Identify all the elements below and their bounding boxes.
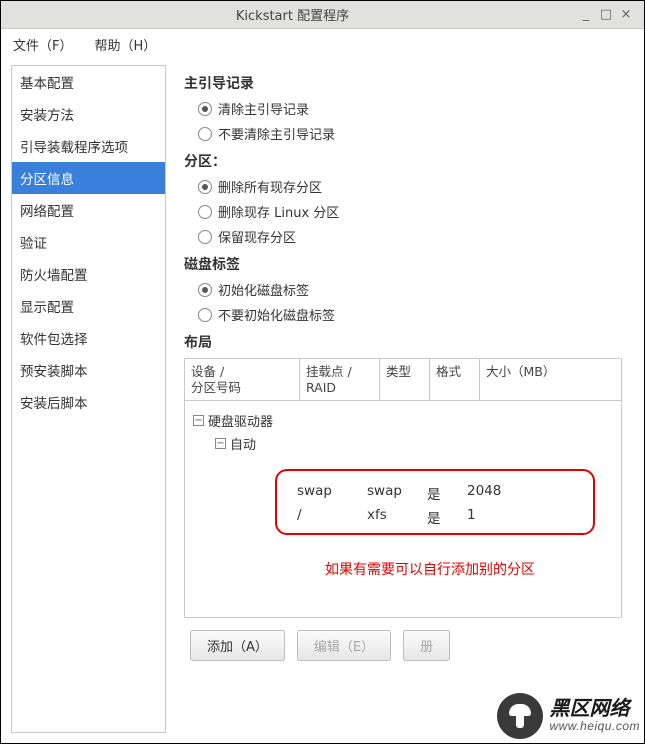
- sidebar: 基本配置安装方法引导装载程序选项分区信息网络配置验证防火墙配置显示配置软件包选择…: [11, 65, 166, 733]
- partitions-label: 保留现存分区: [218, 227, 296, 246]
- col-device[interactable]: 设备 / 分区号码: [185, 359, 300, 400]
- partitions-option[interactable]: 删除所有现存分区: [198, 177, 622, 196]
- expander-icon[interactable]: −: [215, 438, 226, 449]
- sidebar-item[interactable]: 显示配置: [12, 290, 165, 322]
- partition-mount: swap: [297, 483, 367, 503]
- watermark-logo: [497, 693, 543, 739]
- annotation-text: 如果有需要可以自行添加别的分区: [325, 559, 535, 579]
- partitions-option[interactable]: 保留现存分区: [198, 227, 622, 246]
- mbr-option[interactable]: 清除主引导记录: [198, 99, 622, 118]
- expander-icon[interactable]: −: [193, 415, 204, 426]
- sidebar-item[interactable]: 分区信息: [12, 162, 165, 194]
- radio-icon[interactable]: [198, 283, 212, 297]
- sidebar-item[interactable]: 安装方法: [12, 98, 165, 130]
- partition-format: 是: [427, 483, 467, 503]
- mbr-label: 清除主引导记录: [218, 99, 309, 118]
- radio-icon[interactable]: [198, 205, 212, 219]
- partition-mount: /: [297, 507, 367, 527]
- menu-bar: 文件（F） 帮助（H）: [1, 29, 644, 59]
- radio-icon[interactable]: [198, 308, 212, 322]
- partition-row[interactable]: /xfs是1: [297, 507, 527, 527]
- radio-icon[interactable]: [198, 180, 212, 194]
- disklabel-label: 不要初始化磁盘标签: [218, 305, 335, 324]
- add-button[interactable]: 添加（A）: [190, 630, 285, 661]
- mushroom-icon: [509, 704, 531, 728]
- tree-root-row[interactable]: − 硬盘驱动器: [193, 411, 613, 430]
- sidebar-item[interactable]: 安装后脚本: [12, 386, 165, 418]
- disklabel-option[interactable]: 不要初始化磁盘标签: [198, 305, 622, 324]
- tree-auto-label: 自动: [230, 434, 256, 453]
- col-size[interactable]: 大小（MB）: [480, 359, 621, 400]
- sidebar-item[interactable]: 验证: [12, 226, 165, 258]
- partitions-option[interactable]: 删除现存 Linux 分区: [198, 202, 622, 221]
- layout-panel: 设备 / 分区号码 挂载点 / RAID 类型 格式 大小（MB） − 硬盘驱动…: [184, 358, 622, 618]
- col-type[interactable]: 类型: [380, 359, 430, 400]
- sidebar-item[interactable]: 软件包选择: [12, 322, 165, 354]
- col-mount[interactable]: 挂载点 / RAID: [300, 359, 380, 400]
- radio-icon[interactable]: [198, 127, 212, 141]
- disklabel-option[interactable]: 初始化磁盘标签: [198, 280, 622, 299]
- watermark: 黑区网络 www.heiqu.com: [497, 693, 640, 739]
- maximize-button[interactable]: □: [596, 7, 616, 22]
- sidebar-item[interactable]: 防火墙配置: [12, 258, 165, 290]
- tree-root-label: 硬盘驱动器: [208, 411, 273, 430]
- sidebar-item[interactable]: 网络配置: [12, 194, 165, 226]
- layout-buttons: 添加（A） 编辑（E） 册: [184, 630, 622, 661]
- close-button[interactable]: ×: [616, 7, 636, 22]
- partition-format: 是: [427, 507, 467, 527]
- watermark-title: 黑区网络: [549, 699, 640, 720]
- section-partitions-title: 分区：: [184, 151, 622, 171]
- mbr-label: 不要清除主引导记录: [218, 124, 335, 143]
- col-format[interactable]: 格式: [430, 359, 480, 400]
- title-bar: Kickstart 配置程序 _ □ ×: [1, 1, 644, 29]
- partition-row[interactable]: swapswap是2048: [297, 483, 527, 503]
- sidebar-item[interactable]: 引导装载程序选项: [12, 130, 165, 162]
- radio-icon[interactable]: [198, 102, 212, 116]
- main-panel: 主引导记录 清除主引导记录不要清除主引导记录 分区： 删除所有现存分区删除现存 …: [166, 65, 634, 733]
- watermark-url: www.heiqu.com: [549, 720, 640, 733]
- layout-tree: − 硬盘驱动器 − 自动: [185, 401, 621, 463]
- layout-header: 设备 / 分区号码 挂载点 / RAID 类型 格式 大小（MB）: [185, 359, 621, 401]
- section-disklabel-title: 磁盘标签: [184, 254, 622, 274]
- window-title: Kickstart 配置程序: [9, 5, 576, 24]
- disklabel-label: 初始化磁盘标签: [218, 280, 309, 299]
- menu-help[interactable]: 帮助（H）: [90, 31, 160, 58]
- tree-auto-row[interactable]: − 自动: [193, 434, 613, 453]
- sidebar-item[interactable]: 基本配置: [12, 66, 165, 98]
- edit-button: 编辑（E）: [297, 630, 391, 661]
- mbr-option[interactable]: 不要清除主引导记录: [198, 124, 622, 143]
- sidebar-item[interactable]: 预安装脚本: [12, 354, 165, 386]
- partition-type: swap: [367, 483, 427, 503]
- partitions-label: 删除现存 Linux 分区: [218, 202, 339, 221]
- section-layout-title: 布局: [184, 332, 622, 352]
- partition-size: 2048: [467, 483, 527, 503]
- partition-type: xfs: [367, 507, 427, 527]
- partition-size: 1: [467, 507, 527, 527]
- delete-button: 册: [403, 630, 450, 661]
- partition-rows: swapswap是2048/xfs是1: [297, 479, 527, 531]
- menu-file[interactable]: 文件（F）: [9, 31, 76, 58]
- minimize-button[interactable]: _: [576, 7, 596, 22]
- section-mbr-title: 主引导记录: [184, 73, 622, 93]
- partitions-label: 删除所有现存分区: [218, 177, 322, 196]
- radio-icon[interactable]: [198, 230, 212, 244]
